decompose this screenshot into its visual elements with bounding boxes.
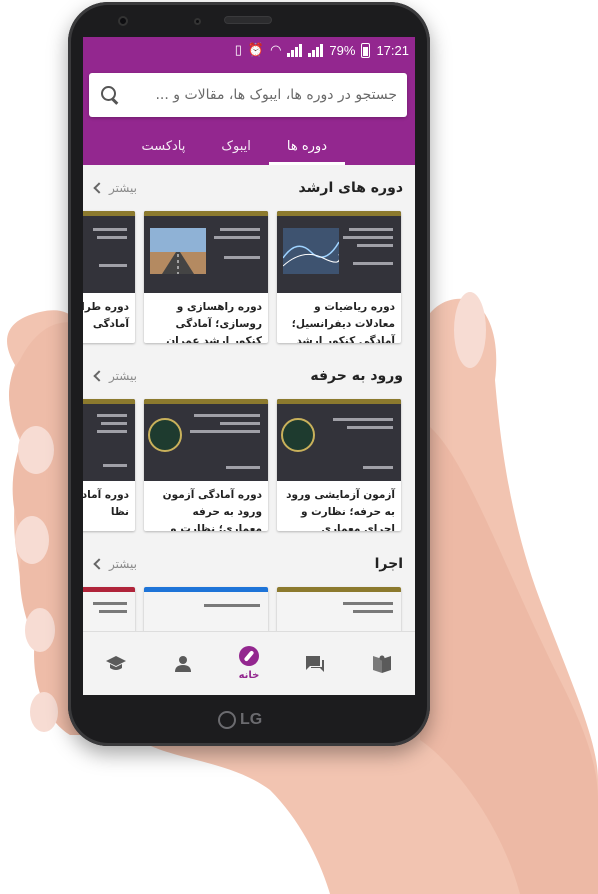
- course-card[interactable]: [144, 587, 268, 631]
- course-title: دوره ریاضیات و معادلات دیفرانسیل؛ آمادگی…: [291, 301, 395, 343]
- card-row: دوره ریاضیات و معادلات دیفرانسیل؛ آمادگی…: [83, 211, 415, 343]
- course-thumbnail: [83, 211, 135, 293]
- clock: 17:21: [376, 42, 409, 58]
- signal-icon-2: [308, 43, 324, 57]
- more-label: بیشتر: [109, 369, 137, 383]
- course-thumbnail: [277, 399, 401, 481]
- tab-podcast[interactable]: پادکست: [123, 127, 203, 165]
- vibrate-icon: ▯: [234, 42, 242, 57]
- section-title: ورود به حرفه: [310, 368, 403, 384]
- search-bar[interactable]: [89, 73, 407, 117]
- person-icon: [174, 655, 191, 672]
- chevron-left-icon: [93, 370, 105, 382]
- signal-icon: [287, 43, 303, 57]
- section-header: دوره های ارشد بیشتر: [83, 165, 415, 211]
- chevron-left-icon: [93, 558, 105, 570]
- earpiece-speaker: [224, 16, 272, 24]
- course-card[interactable]: [83, 587, 135, 631]
- tab-bar: پادکست ایبوک دوره ها: [83, 127, 415, 165]
- section-professional-entry: ورود به حرفه بیشتر آزمون آزمایشی ورود به…: [83, 353, 415, 531]
- status-bar: ▯ ⏰ ◠ 79% 17:21: [83, 37, 415, 63]
- more-link[interactable]: بیشتر: [93, 369, 137, 383]
- more-link[interactable]: بیشتر: [93, 557, 137, 571]
- search-input[interactable]: [127, 87, 397, 103]
- section-header: ورود به حرفه بیشتر: [83, 353, 415, 399]
- chat-icon: [306, 655, 325, 672]
- course-thumbnail: [83, 399, 135, 481]
- course-card[interactable]: [277, 587, 401, 631]
- wifi-icon: ◠: [270, 42, 282, 57]
- photo-stage: LG ▯ ⏰ ◠ 79% 17:21 جستجو در دوره ها، ایب…: [0, 0, 598, 894]
- alarm-icon: ⏰: [247, 42, 265, 57]
- card-row: [83, 587, 415, 631]
- course-thumbnail: [144, 211, 268, 293]
- section-header: اجرا بیشتر: [83, 541, 415, 587]
- course-card[interactable]: آزمون آزمایشی ورود به حرفه؛ نظارت و اجرا…: [277, 399, 401, 531]
- course-card[interactable]: دوره طراحی بتنی؛ آمادگی: [83, 211, 135, 343]
- course-thumbnail: [277, 211, 401, 293]
- math-image: [283, 228, 339, 274]
- section-masters-courses: دوره های ارشد بیشتر دوره ریاضیات و معادل…: [83, 165, 415, 343]
- app-screen: ▯ ⏰ ◠ 79% 17:21 پادکست ایبوک: [83, 37, 415, 695]
- nav-home[interactable]: خانه: [224, 646, 274, 681]
- more-link[interactable]: بیشتر: [93, 181, 137, 195]
- course-card[interactable]: دوره آمادگی آزمون ورود به حرفه معماری؛ ن…: [144, 399, 268, 531]
- battery-percent: 79%: [329, 42, 356, 58]
- section-execution: اجرا بیشتر: [83, 541, 415, 631]
- nav-profile[interactable]: [158, 655, 208, 673]
- course-thumbnail: [144, 587, 268, 631]
- lg-logo: LG: [218, 710, 282, 730]
- app-header: ▯ ⏰ ◠ 79% 17:21 پادکست ایبوک: [83, 37, 415, 165]
- course-title: آزمون آزمایشی ورود به حرفه؛ نظارت و اجرا…: [286, 489, 395, 531]
- course-card[interactable]: دوره راهسازی و روسازی؛ آمادگی کنکور ارشد…: [144, 211, 268, 343]
- more-label: بیشتر: [109, 557, 137, 571]
- front-camera: [118, 16, 128, 26]
- lg-logo-mark: [218, 711, 236, 729]
- content-scroll[interactable]: دوره های ارشد بیشتر دوره ریاضیات و معادل…: [83, 165, 415, 631]
- course-title: دوره آمادگی آزمون ورود به حرفه معماری؛ ن…: [162, 489, 262, 531]
- course-thumbnail: [277, 587, 401, 631]
- chevron-left-icon: [93, 182, 105, 194]
- book-icon: [372, 655, 391, 673]
- tab-courses[interactable]: دوره ها: [268, 127, 346, 165]
- seal-emblem: [148, 418, 182, 452]
- course-thumbnail: [83, 587, 135, 631]
- compass-icon: [238, 646, 259, 666]
- tab-ebook[interactable]: ایبوک: [203, 127, 269, 165]
- nav-messages[interactable]: [290, 655, 340, 673]
- section-title: دوره های ارشد: [298, 180, 403, 196]
- nav-library[interactable]: [357, 655, 407, 673]
- bottom-nav: خانه: [83, 631, 415, 695]
- lg-logo-text: LG: [240, 711, 263, 728]
- road-image: [150, 228, 206, 274]
- sensor: [194, 18, 201, 25]
- search-icon[interactable]: [99, 84, 121, 106]
- more-label: بیشتر: [109, 181, 137, 195]
- nav-home-label: خانه: [238, 670, 260, 681]
- card-row: آزمون آزمایشی ورود به حرفه؛ نظارت و اجرا…: [83, 399, 415, 531]
- course-title: دوره راهسازی و روسازی؛ آمادگی کنکور ارشد…: [166, 301, 262, 343]
- course-thumbnail: [144, 399, 268, 481]
- battery-icon: [361, 42, 371, 58]
- nav-courses[interactable]: [91, 655, 141, 673]
- section-title: اجرا: [374, 556, 403, 572]
- course-card[interactable]: دوره آمادگی معماری؛ نظا: [83, 399, 135, 531]
- school-icon: [106, 655, 127, 670]
- course-title: دوره طراحی بتنی؛ آمادگی: [83, 301, 129, 330]
- course-title: دوره آمادگی معماری؛ نظا: [83, 489, 129, 518]
- seal-emblem: [281, 418, 315, 452]
- course-card[interactable]: دوره ریاضیات و معادلات دیفرانسیل؛ آمادگی…: [277, 211, 401, 343]
